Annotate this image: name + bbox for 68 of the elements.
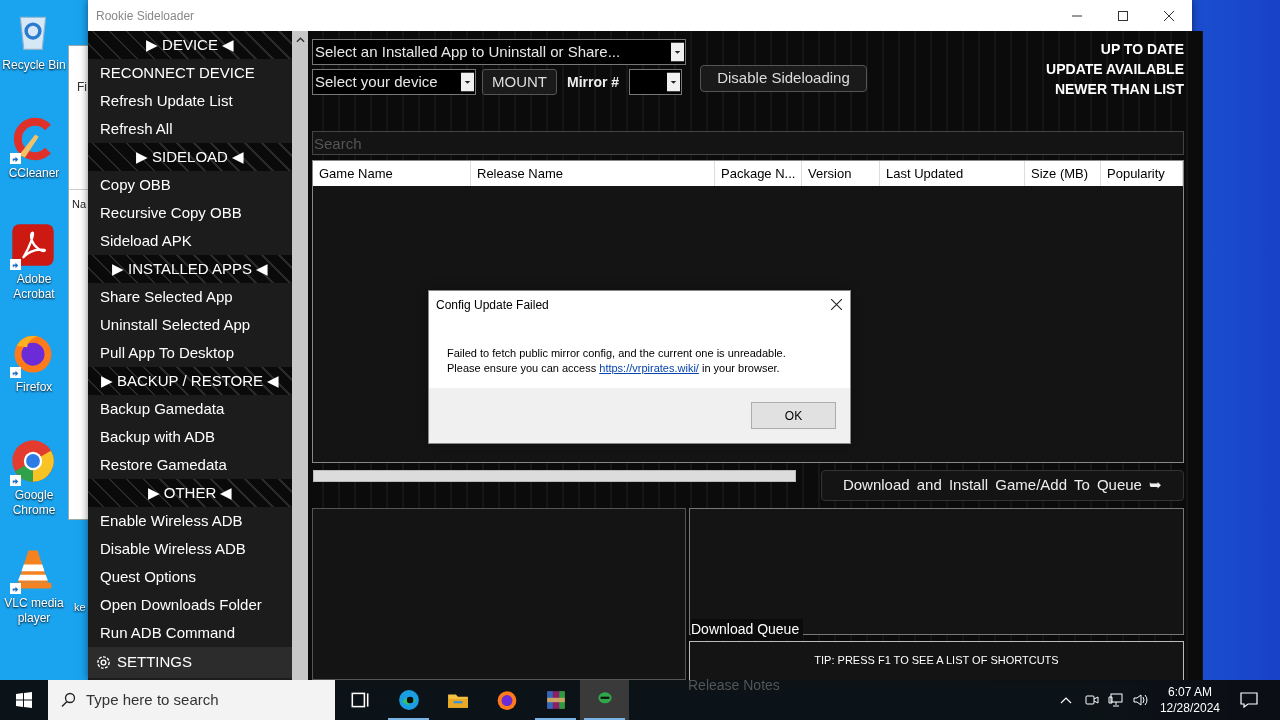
status-label: UPDATE AVAILABLE bbox=[1046, 60, 1184, 79]
menu-item[interactable]: Refresh Update List bbox=[88, 87, 292, 115]
menu-item[interactable]: Sideload APK bbox=[88, 227, 292, 255]
column-header[interactable]: Size (MB) bbox=[1025, 161, 1101, 186]
section-header: ▶ OTHER ◀ bbox=[88, 479, 292, 507]
menu-label[interactable]: Fi bbox=[77, 78, 87, 96]
search-field[interactable]: Search bbox=[312, 131, 1184, 155]
tip-text: TIP: PRESS F1 TO SEE A LIST OF SHORTCUTS bbox=[814, 652, 1059, 668]
scrollbar[interactable] bbox=[292, 31, 308, 680]
disable-sideloading-button[interactable]: Disable Sideloading bbox=[700, 65, 867, 92]
column-header[interactable]: Game Name bbox=[313, 161, 471, 186]
menu-item[interactable]: Uninstall Selected App bbox=[88, 311, 292, 339]
section-header: ▶ SIDELOAD ◀ bbox=[88, 143, 292, 171]
camera-icon[interactable] bbox=[1083, 692, 1100, 708]
mount-button[interactable]: MOUNT bbox=[482, 69, 557, 95]
menu-item[interactable]: Recursive Copy OBB bbox=[88, 199, 292, 227]
section-header: ▶ INSTALLED APPS ◀ bbox=[88, 255, 292, 283]
column-header[interactable]: Version bbox=[802, 161, 880, 186]
status-label: NEWER THAN LIST bbox=[1054, 80, 1184, 99]
dialog-title: Config Update Failed bbox=[436, 296, 550, 314]
notification-icon[interactable] bbox=[1240, 692, 1258, 708]
round-browser-icon[interactable] bbox=[10, 438, 56, 484]
column-header[interactable]: Release Name bbox=[471, 161, 715, 186]
gear-icon bbox=[96, 655, 111, 670]
menu-item[interactable]: Pull App To Desktop bbox=[88, 339, 292, 367]
window-title: Rookie Sideloader bbox=[96, 7, 196, 25]
column-header[interactable]: Popularity bbox=[1101, 161, 1183, 186]
status-label: UP TO DATE bbox=[1100, 40, 1184, 59]
download-install-button[interactable]: Download and Install Game/Add To Queue ➥ bbox=[821, 470, 1184, 501]
network-icon[interactable] bbox=[1107, 692, 1124, 708]
ok-button[interactable]: OK bbox=[751, 402, 836, 429]
search-icon bbox=[60, 692, 76, 708]
menu-item[interactable]: Share Selected App bbox=[88, 283, 292, 311]
column-header[interactable]: Package N... bbox=[715, 161, 802, 186]
link[interactable]: https://vrpirates.wiki/ bbox=[599, 362, 699, 374]
scroll-up-icon[interactable] bbox=[295, 37, 305, 43]
menu-item[interactable]: Refresh All bbox=[88, 115, 292, 143]
device-select[interactable]: Select your device bbox=[312, 69, 476, 95]
clock[interactable]: 6:07 AM 12/28/2024 bbox=[1159, 684, 1220, 716]
volume-icon[interactable] bbox=[1131, 692, 1148, 708]
dialog-message: Failed to fetch public mirror config, and the current one is unreadable. Please ensure you can access https://vrpirates.wiki/ in your browser. bbox=[447, 346, 787, 376]
taskbar-search-field[interactable]: Type here to search bbox=[48, 680, 335, 720]
menu-item[interactable]: Open Downloads Folder bbox=[88, 591, 292, 619]
column-header: Na bbox=[72, 197, 87, 212]
column-header[interactable]: Last Updated bbox=[880, 161, 1025, 186]
section-header: ▶ BACKUP / RESTORE ◀ bbox=[88, 367, 292, 395]
fox-globe-icon bbox=[495, 689, 518, 711]
app-select[interactable]: Select an Installed App to Uninstall or Share... bbox=[312, 39, 686, 65]
menu-item[interactable]: RECONNECT DEVICE bbox=[88, 59, 292, 87]
menu-item[interactable]: Backup Gamedata bbox=[88, 395, 292, 423]
menu-item[interactable]: Quest Options bbox=[88, 563, 292, 591]
section-header: ▶ DEVICE ◀ bbox=[88, 31, 292, 59]
document-icon[interactable] bbox=[10, 222, 56, 268]
windows-logo-icon bbox=[16, 692, 32, 708]
close-icon[interactable] bbox=[831, 299, 842, 310]
menu-item[interactable]: Enable Wireless ADB bbox=[88, 507, 292, 535]
menu-item[interactable]: Run ADB Command bbox=[88, 619, 292, 647]
menu-item[interactable]: Disable Wireless ADB bbox=[88, 535, 292, 563]
mirror-select[interactable] bbox=[629, 69, 683, 95]
menu-item[interactable]: Copy OBB bbox=[88, 171, 292, 199]
panel-label: Download Queue bbox=[691, 619, 804, 640]
settings-button[interactable]: SETTINGS bbox=[88, 647, 292, 678]
menu-item[interactable]: Restore Gamedata bbox=[88, 451, 292, 479]
panel-label: Release Notes bbox=[688, 676, 780, 695]
stacked-books-icon bbox=[544, 689, 567, 711]
chevron-up-icon[interactable] bbox=[1059, 696, 1072, 704]
mirror-label: Mirror # bbox=[567, 72, 620, 92]
menu-item[interactable]: Backup with ADB bbox=[88, 423, 292, 451]
